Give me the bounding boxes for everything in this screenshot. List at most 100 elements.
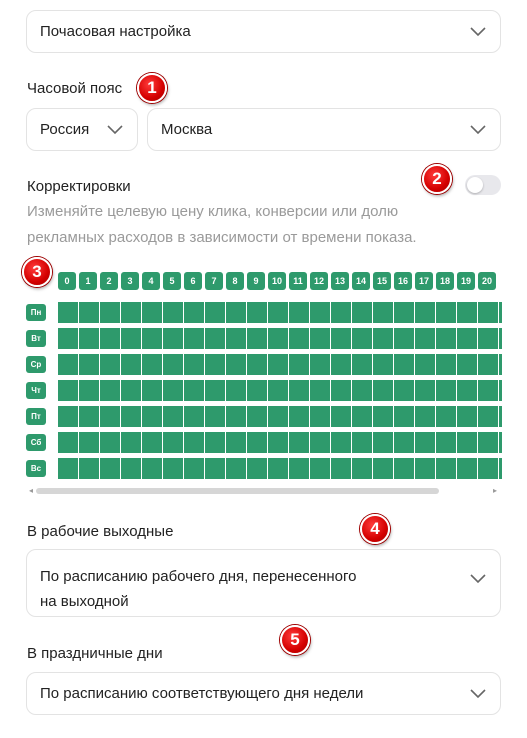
schedule-cell[interactable] [415,406,436,427]
schedule-cell[interactable] [436,380,457,401]
schedule-cell[interactable] [163,354,184,375]
schedule-cell[interactable] [310,380,331,401]
schedule-cell[interactable] [142,328,163,349]
schedule-cell[interactable] [79,432,100,453]
schedule-cell[interactable] [79,406,100,427]
schedule-cell[interactable] [163,380,184,401]
schedule-cell[interactable] [184,458,205,479]
schedule-cell[interactable] [268,302,289,323]
schedule-cell[interactable] [436,458,457,479]
schedule-cell[interactable] [289,406,310,427]
schedule-cell[interactable] [100,432,121,453]
schedule-cell[interactable] [352,406,373,427]
schedule-cell[interactable] [100,406,121,427]
schedule-cell[interactable] [163,458,184,479]
horizontal-scrollbar[interactable] [36,488,439,494]
schedule-cell[interactable] [184,302,205,323]
schedule-cell[interactable] [415,380,436,401]
schedule-cell[interactable] [268,328,289,349]
schedule-cell[interactable] [100,354,121,375]
hour-header-15[interactable]: 15 [373,272,391,290]
hour-header-16[interactable]: 16 [394,272,412,290]
schedule-cell[interactable] [289,354,310,375]
schedule-cell[interactable] [184,406,205,427]
schedule-cell[interactable] [205,302,226,323]
schedule-cell[interactable] [415,328,436,349]
city-select[interactable]: Москва [147,108,501,151]
schedule-cell[interactable] [184,354,205,375]
schedule-cell[interactable] [394,328,415,349]
schedule-cell[interactable] [226,432,247,453]
schedule-cell[interactable] [58,406,79,427]
schedule-cell[interactable] [499,458,502,479]
day-label-0[interactable]: Пн [26,304,46,321]
schedule-cell[interactable] [394,354,415,375]
schedule-cell[interactable] [163,302,184,323]
hour-header-6[interactable]: 6 [184,272,202,290]
schedule-cell[interactable] [58,302,79,323]
schedule-cell[interactable] [310,328,331,349]
schedule-cell[interactable] [331,406,352,427]
schedule-cell[interactable] [373,406,394,427]
schedule-cell[interactable] [394,380,415,401]
day-label-3[interactable]: Чт [26,382,46,399]
schedule-cell[interactable] [247,458,268,479]
schedule-cell[interactable] [268,406,289,427]
schedule-cell[interactable] [478,380,499,401]
schedule-cell[interactable] [79,458,100,479]
schedule-cell[interactable] [499,302,502,323]
schedule-cell[interactable] [142,458,163,479]
schedule-cell[interactable] [499,354,502,375]
hour-header-4[interactable]: 4 [142,272,160,290]
hour-header-1[interactable]: 1 [79,272,97,290]
schedule-cell[interactable] [436,406,457,427]
schedule-cell[interactable] [268,432,289,453]
schedule-cell[interactable] [142,406,163,427]
schedule-cell[interactable] [499,380,502,401]
hour-header-0[interactable]: 0 [58,272,76,290]
schedule-cell[interactable] [478,432,499,453]
schedule-cell[interactable] [58,328,79,349]
schedule-cell[interactable] [79,328,100,349]
hour-header-8[interactable]: 8 [226,272,244,290]
schedule-cell[interactable] [268,354,289,375]
schedule-cell[interactable] [436,432,457,453]
schedule-cell[interactable] [142,354,163,375]
country-select[interactable]: Россия [26,108,138,151]
schedule-cell[interactable] [163,432,184,453]
hour-header-19[interactable]: 19 [457,272,475,290]
schedule-cell[interactable] [205,380,226,401]
schedule-cell[interactable] [58,432,79,453]
schedule-cell[interactable] [415,302,436,323]
schedule-cell[interactable] [352,458,373,479]
schedule-cell[interactable] [331,458,352,479]
schedule-cell[interactable] [163,328,184,349]
schedule-cell[interactable] [184,432,205,453]
holidays-select[interactable]: По расписанию соответствующего дня недел… [26,672,501,715]
schedule-cell[interactable] [121,380,142,401]
schedule-cell[interactable] [352,302,373,323]
schedule-cell[interactable] [184,328,205,349]
schedule-cell[interactable] [226,302,247,323]
schedule-cell[interactable] [247,432,268,453]
schedule-cell[interactable] [289,380,310,401]
schedule-cell[interactable] [457,380,478,401]
schedule-cell[interactable] [394,302,415,323]
schedule-cell[interactable] [331,354,352,375]
schedule-cell[interactable] [373,458,394,479]
schedule-cell[interactable] [457,458,478,479]
schedule-cell[interactable] [310,458,331,479]
schedule-cell[interactable] [478,328,499,349]
day-label-6[interactable]: Вс [26,460,46,477]
schedule-cell[interactable] [352,432,373,453]
schedule-cell[interactable] [226,380,247,401]
schedule-cell[interactable] [100,380,121,401]
schedule-cell[interactable] [310,406,331,427]
schedule-cell[interactable] [457,354,478,375]
schedule-cell[interactable] [310,432,331,453]
schedule-cell[interactable] [247,354,268,375]
hour-header-12[interactable]: 12 [310,272,328,290]
schedule-cell[interactable] [184,380,205,401]
scroll-right-icon[interactable]: ▸ [493,487,497,495]
schedule-cell[interactable] [121,354,142,375]
